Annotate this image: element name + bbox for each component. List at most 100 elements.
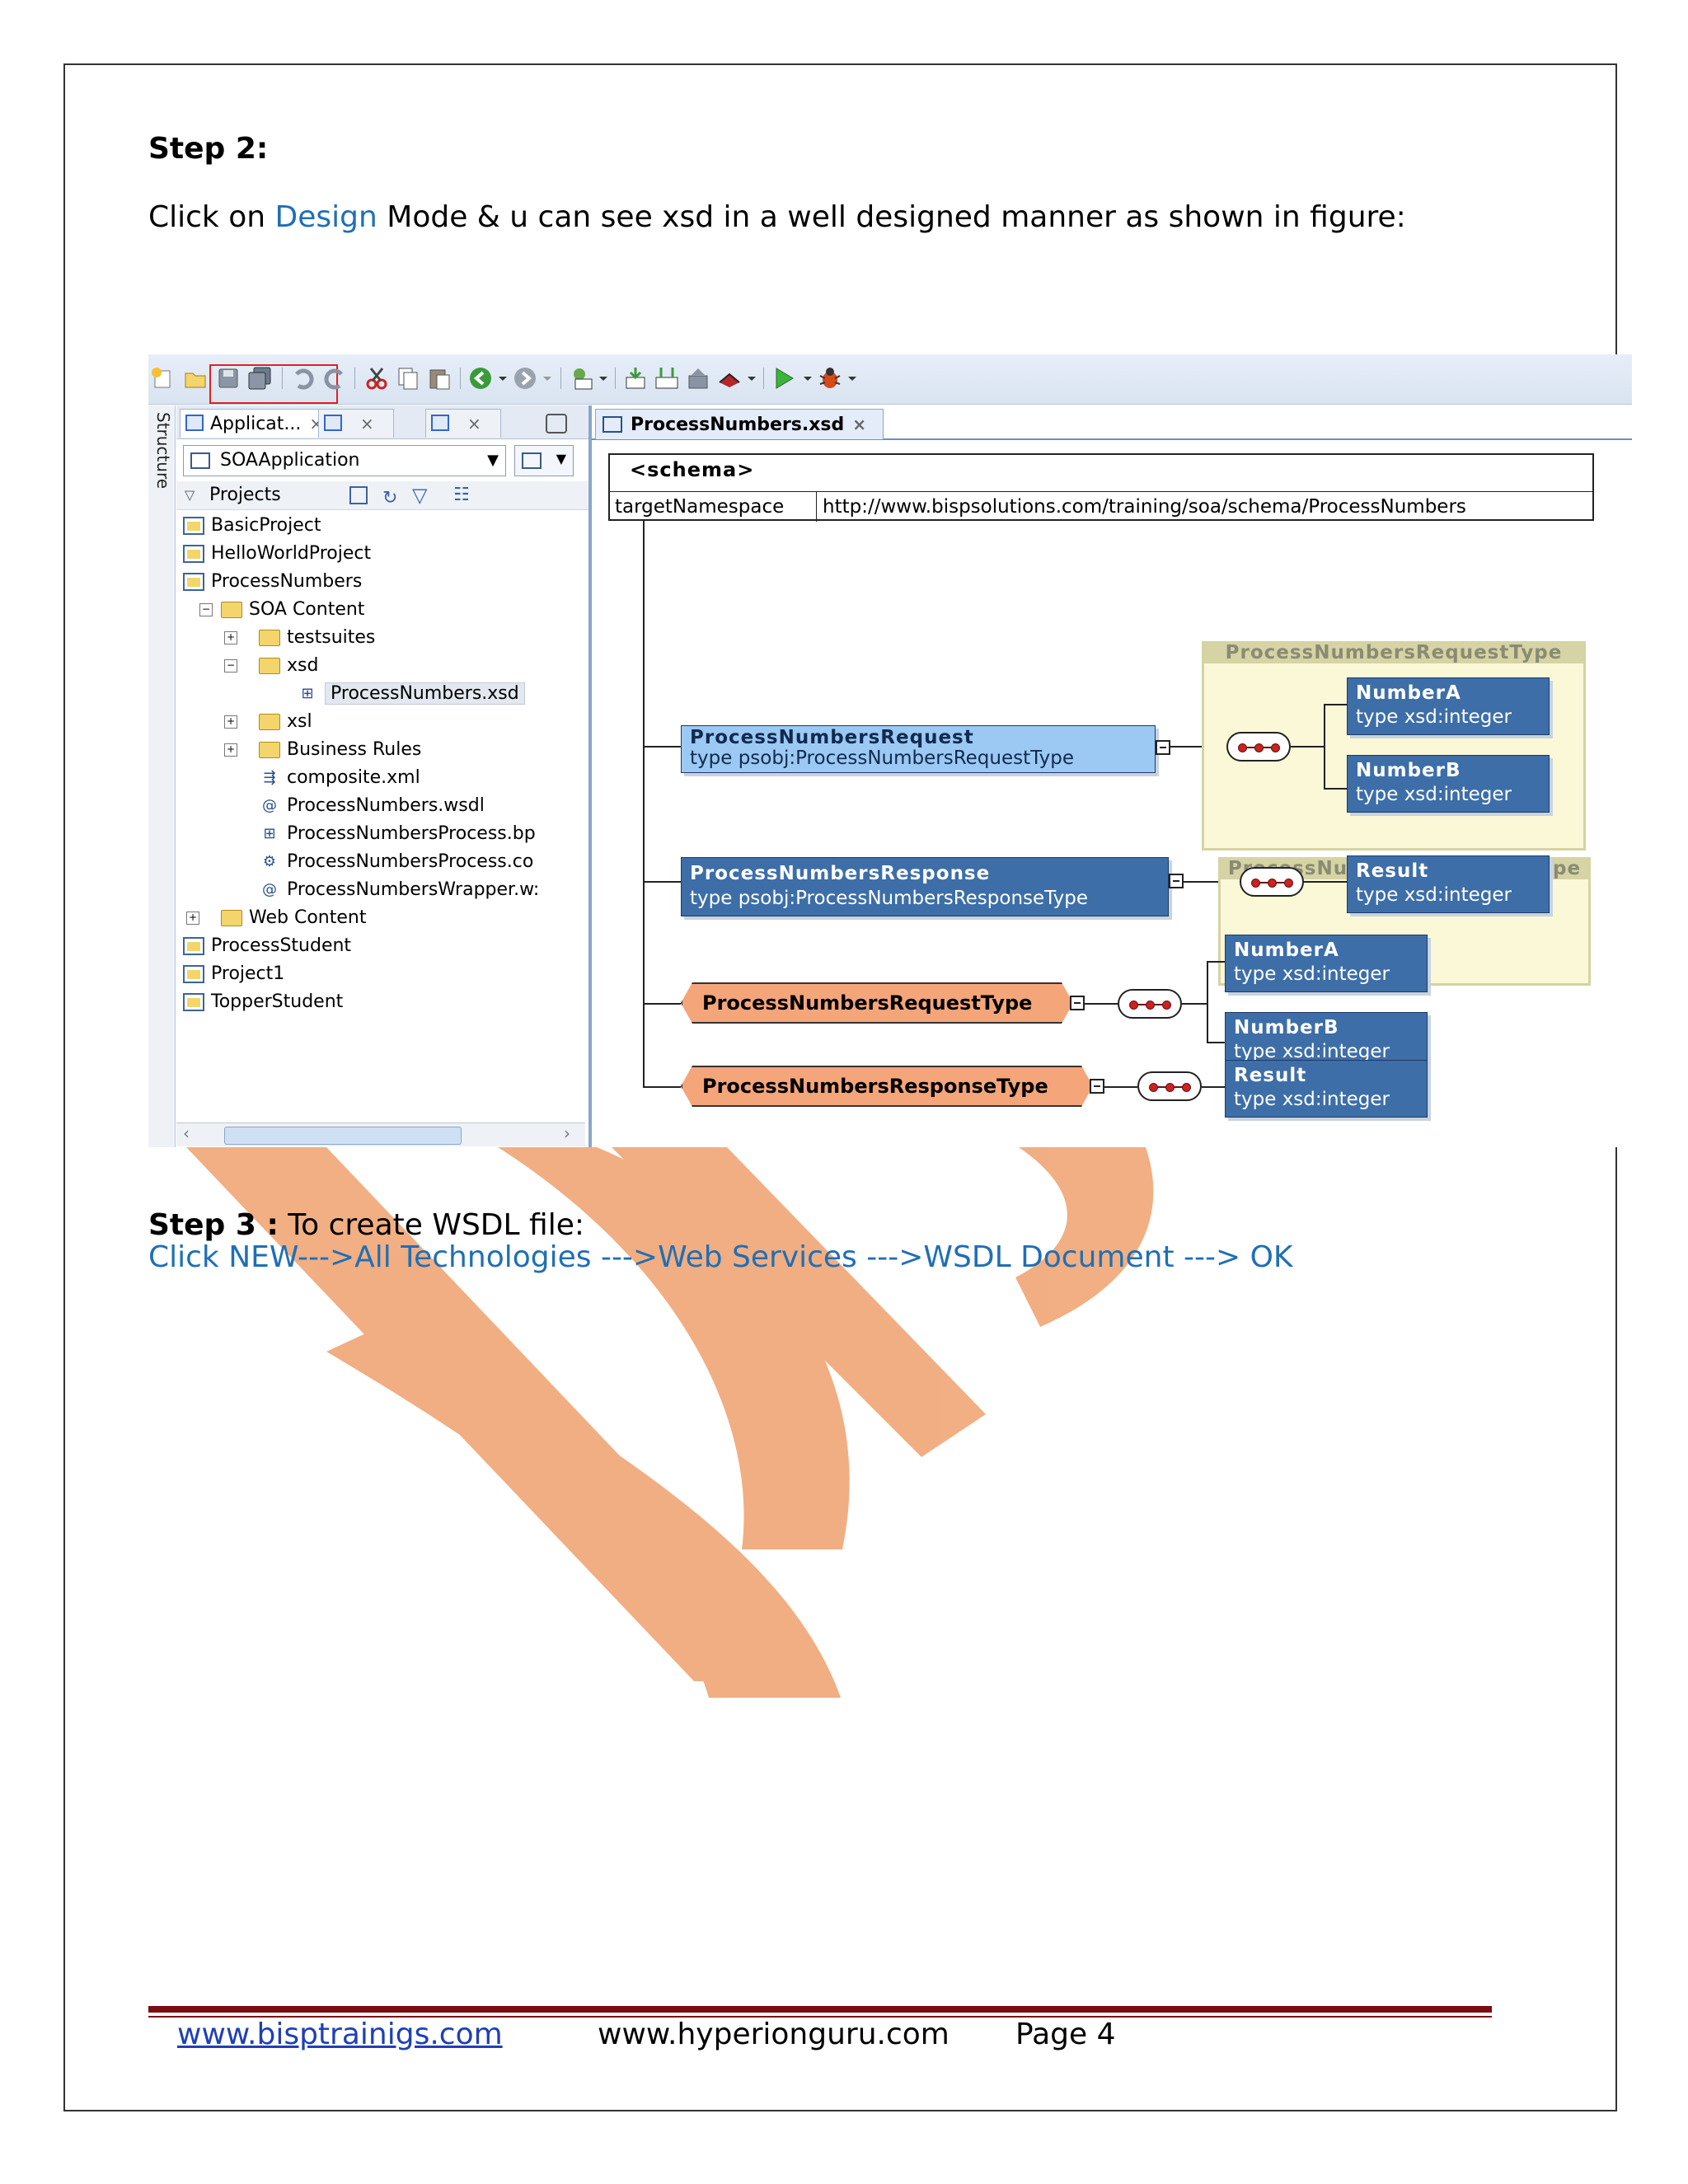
- sql-icon[interactable]: [569, 366, 593, 391]
- sequence-icon[interactable]: [1137, 1071, 1202, 1101]
- forward-icon[interactable]: [513, 366, 537, 391]
- tab-processnumbers-xsd[interactable]: ProcessNumbers.xsd ×: [595, 409, 884, 439]
- toolbar-separator: [354, 368, 355, 389]
- element-processnumbersrequest[interactable]: ProcessNumbersRequest type psobj:Process…: [681, 725, 1156, 773]
- tree-item[interactable]: ProcessStudent: [183, 933, 351, 959]
- cut-icon[interactable]: [364, 366, 389, 391]
- tree-item[interactable]: testsuites: [259, 625, 375, 651]
- tree-item[interactable]: Web Content: [221, 905, 366, 931]
- projects-header[interactable]: ▽ Projects ↻ ▽ ☷: [176, 481, 588, 510]
- field-result[interactable]: Result type xsd:integer: [1347, 855, 1550, 913]
- hierarchy-icon[interactable]: ☷: [453, 481, 470, 509]
- close-icon[interactable]: ×: [467, 414, 481, 434]
- tree-item[interactable]: @ ProcessNumbers.wsdl: [259, 793, 485, 819]
- tab-second[interactable]: ×: [318, 409, 394, 438]
- paste-icon[interactable]: [427, 366, 452, 391]
- application-combo[interactable]: SOAApplication ▼: [183, 445, 506, 476]
- expand-toggle[interactable]: +: [224, 743, 237, 757]
- open-icon[interactable]: [183, 366, 208, 391]
- tree-item[interactable]: ProcessNumbers: [183, 569, 362, 595]
- refresh-icon[interactable]: ↻: [382, 485, 397, 513]
- wsdl-instructions[interactable]: Click NEW--->All Technologies --->Web Se…: [148, 1240, 1293, 1274]
- expand-toggle[interactable]: +: [186, 912, 199, 925]
- sequence-icon[interactable]: [1118, 989, 1182, 1019]
- schema-node[interactable]: <schema> targetNamespace http://www.bisp…: [608, 453, 1594, 522]
- toolbar-separator: [763, 368, 764, 389]
- bug-icon[interactable]: [818, 366, 842, 391]
- tree-item[interactable]: xsl: [259, 709, 312, 735]
- chevron-down-icon[interactable]: [542, 366, 552, 391]
- sequence-icon[interactable]: [1226, 732, 1291, 762]
- collapse-icon[interactable]: ▽: [185, 481, 195, 509]
- connector: [1324, 704, 1325, 788]
- tree-item[interactable]: ⊞ ProcessNumbersProcess.bp: [259, 821, 535, 847]
- chevron-down-icon[interactable]: [847, 366, 857, 391]
- target-namespace-value[interactable]: http://www.bispsolutions.com/training/so…: [823, 492, 1466, 522]
- toolbar-separator: [460, 368, 461, 389]
- tree-item[interactable]: TopperStudent: [183, 989, 343, 1015]
- deploy-icon[interactable]: [686, 366, 710, 391]
- tree-item[interactable]: Project1: [183, 961, 284, 987]
- new-icon[interactable]: [150, 366, 175, 391]
- scrollbar-thumb[interactable]: [224, 1127, 462, 1145]
- expand-toggle[interactable]: +: [224, 715, 237, 729]
- folder-icon: [259, 630, 280, 646]
- tree-item[interactable]: BasicProject: [183, 513, 321, 539]
- collapse-toggle[interactable]: [1090, 1079, 1104, 1094]
- close-icon[interactable]: ×: [852, 415, 866, 434]
- chevron-down-icon[interactable]: [498, 366, 508, 391]
- copy-icon[interactable]: [396, 366, 420, 391]
- footer-link-bisp[interactable]: www.bisptrainigs.com: [177, 2018, 503, 2051]
- chevron-down-icon[interactable]: [747, 366, 757, 391]
- minimize-icon[interactable]: [546, 414, 567, 434]
- chevron-down-icon[interactable]: [598, 366, 608, 391]
- step2-text: Click on Design Mode & u can see xsd in …: [148, 200, 1406, 234]
- filter-icon[interactable]: ▽: [412, 481, 427, 509]
- collapse-toggle[interactable]: −: [224, 659, 237, 673]
- scroll-left-icon[interactable]: ‹: [183, 1123, 190, 1143]
- structure-tab[interactable]: Structure: [150, 412, 173, 489]
- footer-link-text[interactable]: www.bisptrainigs.com: [177, 2018, 503, 2051]
- tree-item[interactable]: ⚙ ProcessNumbersProcess.co: [259, 849, 533, 875]
- field-numbera[interactable]: NumberA type xsd:integer: [1225, 935, 1428, 992]
- field-result[interactable]: Result type xsd:integer: [1225, 1060, 1428, 1118]
- collapse-toggle[interactable]: [1070, 996, 1085, 1010]
- collapse-toggle[interactable]: [1156, 740, 1170, 755]
- project-icon: [183, 517, 204, 535]
- run-icon[interactable]: [771, 366, 796, 391]
- application-menu-button[interactable]: ▼: [514, 445, 574, 476]
- undo-icon[interactable]: [290, 366, 315, 391]
- collapse-toggle[interactable]: −: [199, 603, 213, 616]
- collapse-toggle[interactable]: [1169, 874, 1184, 888]
- complex-type-name: ProcessNumbersRequestType: [702, 991, 1033, 1015]
- tree-item-selected[interactable]: ⊞ ProcessNumbers.xsd: [297, 681, 525, 707]
- expand-toggle[interactable]: +: [224, 631, 237, 644]
- scroll-right-icon[interactable]: ›: [564, 1123, 570, 1143]
- redo-icon[interactable]: [323, 366, 348, 391]
- tree-item[interactable]: Business Rules: [259, 737, 421, 763]
- tree-item[interactable]: xsd: [259, 653, 318, 679]
- tree-item[interactable]: SOA Content: [221, 597, 364, 623]
- chevron-down-icon[interactable]: [803, 366, 813, 391]
- tree-item[interactable]: ⇶ composite.xml: [259, 765, 420, 791]
- field-name: Result: [1234, 1065, 1307, 1086]
- design-link[interactable]: Design: [275, 200, 377, 234]
- folder-icon: [259, 658, 280, 674]
- sequence-icon[interactable]: [1240, 867, 1304, 897]
- debug-icon[interactable]: [717, 366, 742, 391]
- complextype-processnumbersresponsetype[interactable]: ProcessNumbersResponseType: [681, 1066, 1093, 1107]
- field-name: NumberA: [1356, 682, 1461, 704]
- rebuild-icon[interactable]: [654, 366, 679, 391]
- make-icon[interactable]: [623, 366, 648, 391]
- close-icon[interactable]: ×: [360, 414, 374, 434]
- complextype-processnumbersrequesttype[interactable]: ProcessNumbersRequestType: [681, 982, 1073, 1024]
- field-numberb[interactable]: NumberB type xsd:integer: [1347, 755, 1550, 813]
- search-icon[interactable]: [349, 486, 368, 504]
- tree-item[interactable]: HelloWorldProject: [183, 541, 371, 567]
- back-icon[interactable]: [468, 366, 493, 391]
- element-processnumbersresponse[interactable]: ProcessNumbersResponse type psobj:Proces…: [681, 857, 1169, 916]
- tab-third[interactable]: ×: [425, 409, 501, 438]
- horizontal-scrollbar[interactable]: ‹ ›: [176, 1122, 585, 1146]
- field-numbera[interactable]: NumberA type xsd:integer: [1347, 677, 1550, 735]
- tree-item[interactable]: @ ProcessNumbersWrapper.w:: [259, 877, 539, 903]
